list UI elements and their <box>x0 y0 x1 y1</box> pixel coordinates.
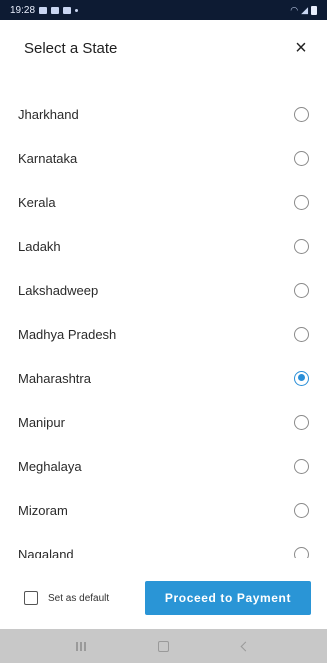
set-default-checkbox[interactable] <box>24 591 38 605</box>
set-default-option[interactable]: Set as default <box>24 591 109 605</box>
radio-unselected-icon[interactable] <box>294 502 309 518</box>
status-time: 19:28 <box>10 4 36 16</box>
radio-selected-icon[interactable] <box>294 370 309 386</box>
state-label: Kerala <box>18 194 56 210</box>
dialog-header: Select a State × <box>0 20 327 76</box>
battery-icon <box>311 5 317 15</box>
state-label: Meghalaya <box>18 458 82 474</box>
state-option[interactable]: Jharkhand <box>0 92 327 136</box>
state-option[interactable]: Ladakh <box>0 224 327 268</box>
dot-icon <box>75 8 79 12</box>
radio-unselected-icon[interactable] <box>294 238 309 254</box>
state-option[interactable]: Madhya Pradesh <box>0 312 327 356</box>
status-left: 19:28 <box>10 4 79 16</box>
state-option[interactable]: Meghalaya <box>0 444 327 488</box>
status-bar: 19:28 ◠ ◢ <box>0 0 327 20</box>
state-label: Mizoram <box>18 502 68 518</box>
close-icon[interactable]: × <box>289 38 313 58</box>
state-option[interactable]: Karnataka <box>0 136 327 180</box>
state-label: Maharashtra <box>18 370 91 386</box>
proceed-to-payment-button[interactable]: Proceed to Payment <box>145 581 311 615</box>
system-nav-bar <box>0 629 327 663</box>
back-button[interactable] <box>235 635 257 657</box>
radio-unselected-icon[interactable] <box>294 326 309 342</box>
state-option[interactable]: Kerala <box>0 180 327 224</box>
home-icon <box>157 640 169 652</box>
chat-icon <box>63 6 72 14</box>
state-label: Madhya Pradesh <box>18 326 117 342</box>
dialog-footer: Set as default Proceed to Payment <box>0 574 327 622</box>
state-list[interactable]: Jharkhand Karnataka Kerala Ladakh Lakshadwee… <box>0 92 327 558</box>
home-button[interactable] <box>152 635 174 657</box>
radio-unselected-icon[interactable] <box>294 194 309 210</box>
radio-unselected-icon[interactable] <box>294 150 309 166</box>
radio-unselected-icon[interactable] <box>294 458 309 474</box>
state-label: Lakshadweep <box>18 282 99 298</box>
state-label: Manipur <box>18 414 65 430</box>
state-option[interactable]: Nagaland <box>0 532 327 558</box>
radio-unselected-icon[interactable] <box>294 106 309 122</box>
state-option[interactable]: Maharashtra <box>0 356 327 400</box>
signal-icon: ◢ <box>301 4 308 15</box>
state-label: Karnataka <box>18 150 78 166</box>
radio-unselected-icon[interactable] <box>294 282 309 298</box>
gallery-icon <box>39 6 48 14</box>
state-label: Nagaland <box>18 546 74 559</box>
state-label: Jharkhand <box>18 106 79 122</box>
state-option[interactable]: Lakshadweep <box>0 268 327 312</box>
camera-icon <box>51 6 60 14</box>
radio-unselected-icon[interactable] <box>294 546 309 558</box>
recent-apps-button[interactable] <box>70 635 92 657</box>
state-option[interactable]: Mizoram <box>0 488 327 532</box>
status-right: ◠ ◢ <box>290 5 317 16</box>
wifi-icon: ◠ <box>290 4 299 15</box>
set-default-label: Set as default <box>48 592 110 604</box>
page-title: Select a State <box>24 39 118 57</box>
recent-apps-icon <box>76 641 87 651</box>
radio-unselected-icon[interactable] <box>294 414 309 430</box>
back-icon <box>240 641 251 651</box>
state-option[interactable]: Manipur <box>0 400 327 444</box>
state-label: Ladakh <box>18 238 61 254</box>
